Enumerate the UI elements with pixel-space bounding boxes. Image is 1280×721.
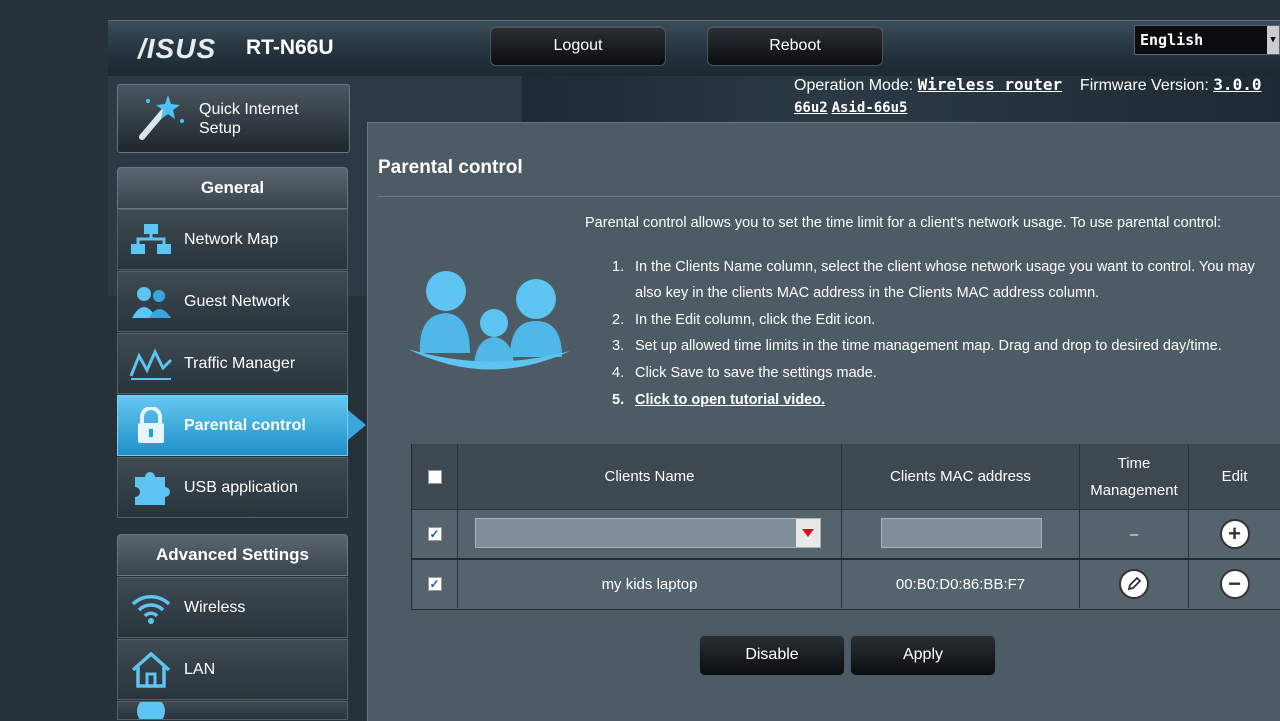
mac-address-input[interactable] [881, 518, 1042, 548]
sidebar-item-label: Wireless [184, 598, 246, 616]
title-divider [378, 196, 1280, 197]
sidebar-item-lan[interactable]: LAN [117, 639, 348, 700]
page-title: Parental control [378, 157, 523, 178]
home-icon [118, 651, 184, 689]
header-edit: Edit [1189, 444, 1280, 510]
time-management-cell [1080, 560, 1189, 608]
sidebar-item-label: USB application [184, 478, 298, 496]
header-mac-address: Clients MAC address [842, 444, 1080, 510]
guest-network-icon [118, 284, 184, 320]
firmware-label: Firmware Version: [1079, 77, 1209, 94]
row-checkbox[interactable]: ✓ [427, 577, 442, 591]
sidebar-item-label: Network Map [184, 230, 279, 248]
language-value: English [1140, 31, 1204, 49]
sidebar-item-partial[interactable] [117, 701, 348, 720]
step-number: 3. [612, 338, 625, 354]
client-name-cell: my kids laptop [458, 560, 842, 608]
logout-button[interactable]: Logout [490, 26, 666, 66]
quick-setup-label-line1: Quick Internet [199, 101, 299, 118]
family-icon [404, 265, 572, 378]
header-time-line2: Management [1090, 481, 1178, 499]
header-time-line1: Time [1117, 454, 1151, 472]
step-5: 5. Click to open tutorial video. [612, 387, 1272, 413]
new-row-checkbox-cell: ✓ [412, 510, 458, 558]
advanced-settings-title: Advanced Settings [117, 534, 348, 576]
sidebar-item-network-map[interactable]: Network Map [117, 209, 348, 270]
sidebar-item-guest-network[interactable]: Guest Network [117, 271, 348, 332]
network-map-icon [118, 222, 184, 258]
sidebar-item-wireless[interactable]: Wireless [117, 577, 348, 638]
asus-logo: /ISUS [138, 33, 217, 64]
step-2: 2. In the Edit column, click the Edit ico… [612, 307, 1272, 333]
remove-icon[interactable]: − [1219, 569, 1250, 599]
sidebar-item-label: LAN [184, 660, 216, 678]
step-3: 3. Set up allowed time limits in the time… [612, 333, 1272, 359]
step-text: Click Save to save the settings made. [635, 365, 877, 381]
puzzle-icon [118, 469, 184, 507]
firmware-link[interactable]: 3.0.0 [1213, 75, 1261, 94]
sidebar-item-label: Guest Network [184, 292, 290, 310]
sidebar-item-label: Parental control [184, 416, 306, 434]
lock-icon [118, 406, 184, 445]
step-number: 1. [612, 259, 625, 275]
reboot-button[interactable]: Reboot [707, 26, 883, 66]
wifi-icon [118, 590, 184, 626]
language-select[interactable]: English ▼ [1134, 25, 1280, 55]
step-number: 5. [612, 392, 625, 408]
tutorial-video-link[interactable]: Click to open tutorial video. [635, 392, 825, 408]
step-1: 1. In the Clients Name column, select the… [612, 254, 1272, 306]
disable-button[interactable]: Disable [699, 634, 845, 676]
quick-setup-label-line2: Setup [199, 120, 241, 137]
new-row-edit-cell: + [1189, 510, 1280, 558]
new-row-time-cell: – [1080, 510, 1189, 558]
sidebar-item-parental-control[interactable]: Parental control [117, 395, 348, 456]
sidebar-item-label: Traffic Manager [184, 354, 296, 372]
operation-mode-link[interactable]: Wireless router [918, 75, 1063, 94]
step-text: In the Clients Name column, select the c… [635, 259, 1255, 301]
firmware-link-2[interactable]: 66u2 [794, 100, 828, 116]
main-panel [367, 122, 1280, 721]
header-time-management: Time Management [1080, 444, 1189, 510]
apply-button[interactable]: Apply [850, 634, 996, 676]
add-icon[interactable]: + [1219, 519, 1250, 549]
sidebar-item-usb-application[interactable]: USB application [117, 457, 348, 518]
client-name-select[interactable] [475, 518, 821, 548]
new-row-checkbox[interactable]: ✓ [427, 527, 442, 541]
magic-wand-icon [134, 93, 190, 148]
step-text: Set up allowed time limits in the time m… [635, 338, 1222, 354]
traffic-manager-icon [118, 346, 184, 382]
dropdown-arrow-icon[interactable] [796, 519, 820, 547]
quick-setup-label: Quick Internet Setup [199, 100, 299, 138]
firmware-line: 66u2 Asid-66u5 [794, 99, 907, 116]
client-mac-cell: 00:B0:D0:86:BB:F7 [842, 560, 1080, 608]
step-4: 4. Click Save to save the settings made. [612, 360, 1272, 386]
header-select-all-cell [412, 444, 458, 510]
chevron-down-icon: ▼ [1267, 26, 1279, 54]
general-section-title: General [117, 167, 348, 209]
firmware-link-3[interactable]: Asid-66u5 [832, 100, 908, 116]
active-item-pointer [348, 410, 366, 440]
sidebar-item-traffic-manager[interactable]: Traffic Manager [117, 333, 348, 394]
model-name: RT-N66U [246, 36, 334, 59]
step-number: 4. [612, 365, 625, 381]
status-line: Operation Mode: Wireless router Firmware… [794, 75, 1261, 95]
row-checkbox-cell: ✓ [412, 560, 458, 608]
globe-icon [118, 702, 184, 719]
remove-cell: − [1189, 560, 1280, 608]
step-number: 2. [612, 312, 625, 328]
operation-mode-label: Operation Mode: [794, 77, 914, 94]
step-text: In the Edit column, click the Edit icon. [635, 312, 876, 328]
header-clients-name: Clients Name [458, 444, 842, 510]
select-all-checkbox[interactable] [427, 469, 442, 484]
pencil-icon[interactable] [1119, 569, 1149, 599]
intro-text: Parental control allows you to set the t… [585, 215, 1221, 231]
